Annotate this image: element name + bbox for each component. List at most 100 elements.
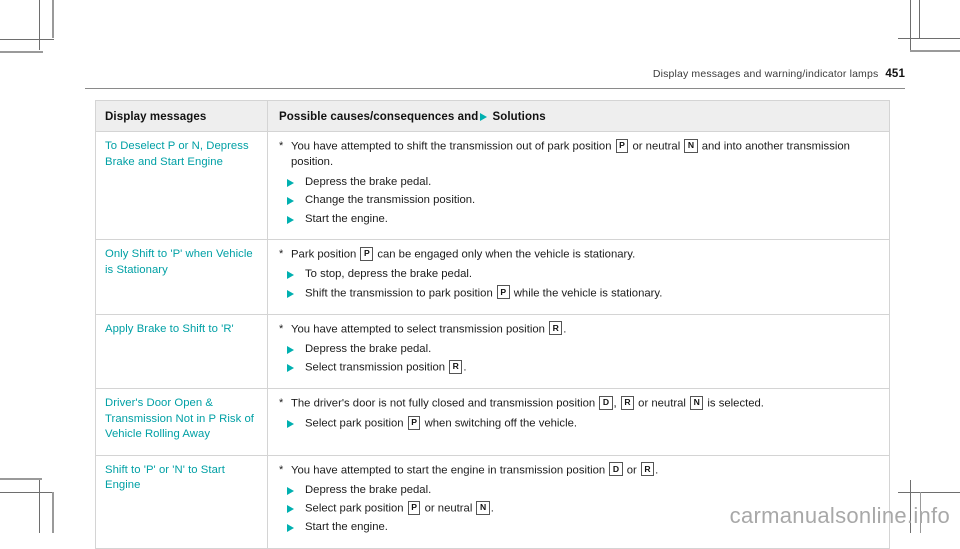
table-row: Apply Brake to Shift to 'R' * You have att… (96, 314, 889, 389)
cause-text: The driver's door is not fully closed an… (291, 395, 764, 410)
crop-mark-top-right-horizontal-inner (910, 50, 960, 52)
table-row: Driver's Door Open & Transmission Not in… (96, 389, 889, 456)
gear-position-p-icon: P (407, 415, 421, 430)
cause-text: You have attempted to select transmissio… (291, 321, 567, 335)
message-cell: To Deselect P or N, Depress Brake and St… (96, 132, 268, 239)
column-header-display-messages: Display messages (105, 111, 207, 123)
solution-triangle-icon (480, 113, 488, 121)
solution-triangle-icon (279, 215, 303, 232)
gear-position-d-icon: D (599, 395, 613, 410)
solution-text: Start the engine. (305, 212, 388, 225)
display-message-text: Only Shift to 'P' when Vehicle is Statio… (105, 248, 253, 276)
causes-and-solutions-cell: * Park position P can be engaged only whe… (268, 240, 889, 314)
solution-triangle-icon (279, 271, 303, 287)
crop-mark-top-right-vertical-inner (919, 0, 920, 39)
gear-position-n-icon: N (690, 395, 704, 410)
solution-item: Depress the brake pedal. (279, 483, 881, 499)
solution-triangle-icon (279, 197, 303, 213)
crop-mark-bottom-left-vertical-inner (52, 492, 54, 533)
running-head-title: Display messages and warning/indicator l… (652, 68, 879, 80)
column-header-solutions: Solutions (492, 111, 546, 123)
crop-mark-top-left-horizontal (0, 51, 43, 53)
solution-text: To stop, depress the brake pedal. (305, 268, 473, 280)
cause-text: You have attempted to shift the transmis… (291, 138, 850, 168)
crop-mark-bottom-left-horizontal (0, 478, 42, 480)
causes-and-solutions-cell: * You have attempted to shift the transmi… (268, 132, 889, 239)
gear-position-r-icon: R (620, 395, 635, 410)
message-cell: Apply Brake to Shift to 'R' (96, 314, 268, 388)
gear-position-r-icon: R (640, 462, 655, 476)
cause-item: * The driver's door is not fully closed a… (279, 395, 881, 412)
crop-mark-top-right-vertical (910, 0, 911, 51)
solution-text: Change the transmission position. (305, 194, 476, 206)
solution-triangle-icon (279, 345, 303, 362)
solution-triangle-icon (279, 289, 303, 306)
solution-item: Depress the brake pedal. (279, 342, 881, 358)
gear-position-n-icon: N (684, 138, 698, 153)
gear-position-p-icon: P (496, 285, 510, 299)
solution-item: Select park position P when switching of… (279, 415, 881, 432)
message-cell: Only Shift to 'P' when Vehicle is Statio… (96, 240, 268, 314)
crop-mark-bottom-left-horizontal-inner (0, 492, 54, 493)
solution-item: Change the transmission position. (279, 193, 881, 209)
solutions-list: To stop, depress the brake pedal. Shift t… (279, 267, 881, 302)
cause-text: You have attempted to start the engine i… (291, 462, 659, 476)
display-message-text: Shift to 'P' or 'N' to Start Engine (105, 463, 225, 492)
page-number: 451 (885, 68, 905, 80)
asterisk-bullet-icon: * (279, 463, 284, 476)
solution-text: Depress the brake pedal. (305, 175, 432, 188)
solutions-list: Depress the brake pedal. Change the trans… (279, 175, 881, 228)
crop-mark-top-right-horizontal (898, 38, 960, 39)
causes-and-solutions-cell: * The driver's door is not fully closed a… (268, 389, 889, 455)
running-head: Display messages and warning/indicator l… (85, 68, 905, 80)
solution-item: Shift the transmission to park position … (279, 285, 881, 302)
solution-text: Select transmission position R. (305, 359, 467, 374)
solution-triangle-icon (279, 364, 303, 380)
cause-item: * You have attempted to start the engine … (279, 462, 881, 479)
cause-item: * Park position P can be engaged only whe… (279, 246, 881, 263)
message-cell: Shift to 'P' or 'N' to Start Engine (96, 455, 268, 548)
message-cell: Driver's Door Open & Transmission Not in… (96, 389, 268, 455)
asterisk-bullet-icon: * (279, 140, 284, 152)
crop-mark-top-left-horizontal-inner (0, 39, 54, 40)
cause-text: Park position P can be engaged only when… (291, 246, 636, 261)
solution-triangle-icon (279, 486, 303, 503)
gear-position-d-icon: D (609, 462, 623, 476)
table-row: To Deselect P or N, Depress Brake and St… (96, 132, 889, 240)
solution-text: Depress the brake pedal. (305, 483, 432, 496)
gear-position-r-icon: R (549, 321, 563, 335)
column-header-causes: Possible causes/consequences and (279, 111, 479, 123)
display-message-text: Driver's Door Open & Transmission Not in… (105, 397, 254, 440)
gear-position-r-icon: R (449, 359, 463, 374)
table-header-cell-messages: Display messages (96, 101, 268, 131)
solution-triangle-icon (279, 505, 303, 521)
display-message-text: Apply Brake to Shift to 'R' (105, 322, 234, 335)
crop-mark-bottom-left-vertical (39, 480, 40, 533)
asterisk-bullet-icon: * (279, 322, 284, 335)
table-header-row: Display messages Possible causes/consequ… (96, 101, 889, 132)
causes-and-solutions-cell: * You have attempted to select transmissi… (268, 315, 889, 389)
solution-item: Select transmission position R. (279, 359, 881, 376)
running-head-rule (85, 88, 905, 89)
solution-text: Depress the brake pedal. (305, 342, 432, 355)
crop-mark-top-left-vertical-inner (39, 0, 40, 50)
asterisk-bullet-icon: * (279, 248, 284, 260)
solution-triangle-icon (279, 178, 303, 195)
display-messages-table: Display messages Possible causes/consequ… (95, 100, 890, 549)
solution-item: To stop, depress the brake pedal. (279, 267, 881, 283)
causes-and-solutions-cell: * You have attempted to start the engine … (268, 456, 889, 548)
solution-triangle-icon (279, 524, 303, 540)
solution-text: Shift the transmission to park position … (305, 285, 663, 299)
crop-mark-bottom-right-horizontal (898, 492, 960, 493)
table-row: Only Shift to 'P' when Vehicle is Statio… (96, 240, 889, 315)
gear-position-p-icon: P (407, 500, 421, 515)
gear-position-p-icon: P (360, 246, 374, 261)
site-watermark: carmanualsonline.info (729, 503, 950, 528)
solutions-list: Select park position P when switching of… (279, 415, 881, 432)
cause-item: * You have attempted to select transmissi… (279, 321, 881, 338)
asterisk-bullet-icon: * (279, 397, 284, 409)
solutions-list: Depress the brake pedal. Select transmiss… (279, 342, 881, 377)
crop-mark-top-left-vertical (52, 0, 54, 38)
table-row: Shift to 'P' or 'N' to Start Engine * You … (96, 455, 889, 549)
cause-item: * You have attempted to shift the transmi… (279, 138, 881, 171)
